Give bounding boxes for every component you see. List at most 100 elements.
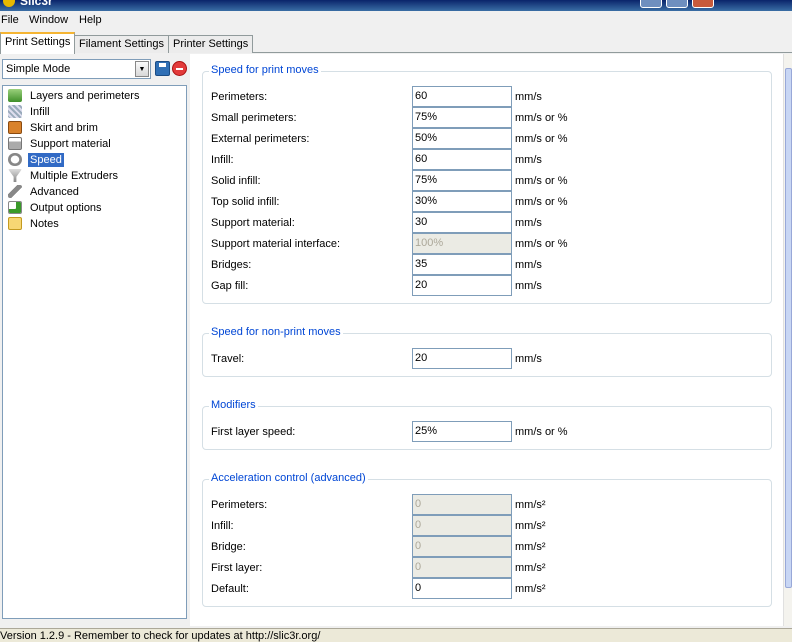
delete-preset-button[interactable] xyxy=(172,61,187,76)
perimeters-label: Perimeters: xyxy=(211,91,268,103)
unit-label: mm/s or % xyxy=(515,196,568,208)
perimeters-speed-input[interactable]: 60 xyxy=(412,86,512,107)
settings-content: Speed for print moves Perimeters: 60 mm/… xyxy=(190,54,783,626)
bridges-label: Bridges: xyxy=(211,259,252,271)
group-title: Modifiers xyxy=(209,399,258,411)
small-perimeters-speed-input[interactable]: 75% xyxy=(412,107,512,128)
menu-window[interactable]: Window xyxy=(29,14,68,26)
accel-bridge-input: 0 xyxy=(412,536,512,557)
tree-item-label: Infill xyxy=(30,106,50,118)
unit-label: mm/s xyxy=(515,91,542,103)
menu-file[interactable]: File xyxy=(1,14,19,26)
tree-item-notes[interactable]: Notes xyxy=(8,217,61,233)
layers-icon xyxy=(8,89,22,102)
unit-label: mm/s² xyxy=(515,562,546,574)
group-title: Speed for print moves xyxy=(209,64,321,76)
external-perimeters-label: External perimeters: xyxy=(211,133,310,145)
tree-item-label: Multiple Extruders xyxy=(30,170,119,182)
travel-label: Travel: xyxy=(211,353,245,365)
tree-item-label: Support material xyxy=(30,138,111,150)
menu-help[interactable]: Help xyxy=(79,14,102,26)
accel-default-input[interactable]: 0 xyxy=(412,578,512,599)
menu-bar: File Window Help xyxy=(0,11,792,31)
unit-label: mm/s xyxy=(515,280,542,292)
support-material-speed-input[interactable]: 30 xyxy=(412,212,512,233)
bridges-speed-input[interactable]: 35 xyxy=(412,254,512,275)
tree-item-layers[interactable]: Layers and perimeters xyxy=(8,89,141,105)
output-icon xyxy=(8,201,22,214)
tree-item-output[interactable]: Output options xyxy=(8,201,104,217)
unit-label: mm/s² xyxy=(515,499,546,511)
settings-page-tree: Layers and perimeters Infill Skirt and b… xyxy=(2,85,187,619)
unit-label: mm/s or % xyxy=(515,426,568,438)
tree-item-extruders[interactable]: Multiple Extruders xyxy=(8,169,120,185)
support-icon xyxy=(8,137,22,150)
preset-select[interactable]: Simple Mode ▼ xyxy=(2,59,151,79)
accel-first-layer-input: 0 xyxy=(412,557,512,578)
tree-item-skirt[interactable]: Skirt and brim xyxy=(8,121,100,137)
accel-perimeters-label: Perimeters: xyxy=(211,499,268,511)
tree-item-infill[interactable]: Infill xyxy=(8,105,52,121)
tab-printer-settings[interactable]: Printer Settings xyxy=(168,35,254,53)
window-title: Slic3r xyxy=(20,0,53,8)
tab-print-settings[interactable]: Print Settings xyxy=(0,32,76,54)
maximize-button[interactable] xyxy=(666,0,688,8)
unit-label: mm/s xyxy=(515,259,542,271)
unit-label: mm/s² xyxy=(515,583,546,595)
unit-label: mm/s² xyxy=(515,541,546,553)
top-solid-infill-label: Top solid infill: xyxy=(211,196,280,208)
infill-label: Infill: xyxy=(211,154,234,166)
support-interface-label: Support material interface: xyxy=(211,238,341,250)
minimize-button[interactable] xyxy=(640,0,662,8)
unit-label: mm/s² xyxy=(515,520,546,532)
close-button[interactable] xyxy=(692,0,714,8)
tree-item-label: Skirt and brim xyxy=(30,122,98,134)
group-title: Speed for non-print moves xyxy=(209,326,343,338)
status-bar: Version 1.2.9 - Remember to check for up… xyxy=(0,628,792,642)
chevron-down-icon[interactable]: ▼ xyxy=(135,61,149,77)
group-title: Acceleration control (advanced) xyxy=(209,472,368,484)
support-material-label: Support material: xyxy=(211,217,295,229)
tree-item-label: Speed xyxy=(28,153,64,167)
content-scrollbar[interactable] xyxy=(783,54,792,626)
scrollbar-thumb[interactable] xyxy=(785,68,792,588)
wrench-icon xyxy=(8,185,22,198)
unit-label: mm/s or % xyxy=(515,112,568,124)
accel-default-label: Default: xyxy=(211,583,249,595)
group-print-moves: Speed for print moves Perimeters: 60 mm/… xyxy=(202,64,772,304)
tree-item-advanced[interactable]: Advanced xyxy=(8,185,81,201)
travel-speed-input[interactable]: 20 xyxy=(412,348,512,369)
skirt-icon xyxy=(8,121,22,134)
save-preset-button[interactable] xyxy=(155,61,170,76)
gap-fill-label: Gap fill: xyxy=(211,280,249,292)
unit-label: mm/s or % xyxy=(515,238,568,250)
infill-icon xyxy=(8,105,22,118)
tab-filament-settings[interactable]: Filament Settings xyxy=(74,35,169,53)
external-perimeters-speed-input[interactable]: 50% xyxy=(412,128,512,149)
funnel-icon xyxy=(8,169,22,182)
accel-infill-input: 0 xyxy=(412,515,512,536)
unit-label: mm/s or % xyxy=(515,175,568,187)
group-acceleration: Acceleration control (advanced) Perimete… xyxy=(202,472,772,607)
tree-item-support[interactable]: Support material xyxy=(8,137,113,153)
unit-label: mm/s xyxy=(515,217,542,229)
top-solid-infill-speed-input[interactable]: 30% xyxy=(412,191,512,212)
app-icon xyxy=(3,0,15,7)
gap-fill-speed-input[interactable]: 20 xyxy=(412,275,512,296)
accel-perimeters-input: 0 xyxy=(412,494,512,515)
settings-tabs: Print Settings Filament Settings Printer… xyxy=(0,31,792,54)
unit-label: mm/s or % xyxy=(515,133,568,145)
first-layer-speed-input[interactable]: 25% xyxy=(412,421,512,442)
tree-item-speed[interactable]: Speed xyxy=(8,153,64,169)
tree-item-label: Layers and perimeters xyxy=(30,90,140,102)
accel-first-layer-label: First layer: xyxy=(211,562,263,574)
tree-item-label: Advanced xyxy=(30,186,79,198)
solid-infill-label: Solid infill: xyxy=(211,175,261,187)
infill-speed-input[interactable]: 60 xyxy=(412,149,512,170)
support-interface-speed-input: 100% xyxy=(412,233,512,254)
unit-label: mm/s xyxy=(515,154,542,166)
tree-item-label: Notes xyxy=(30,218,59,230)
small-perimeters-label: Small perimeters: xyxy=(211,112,297,124)
solid-infill-speed-input[interactable]: 75% xyxy=(412,170,512,191)
title-bar: Slic3r xyxy=(0,0,792,11)
